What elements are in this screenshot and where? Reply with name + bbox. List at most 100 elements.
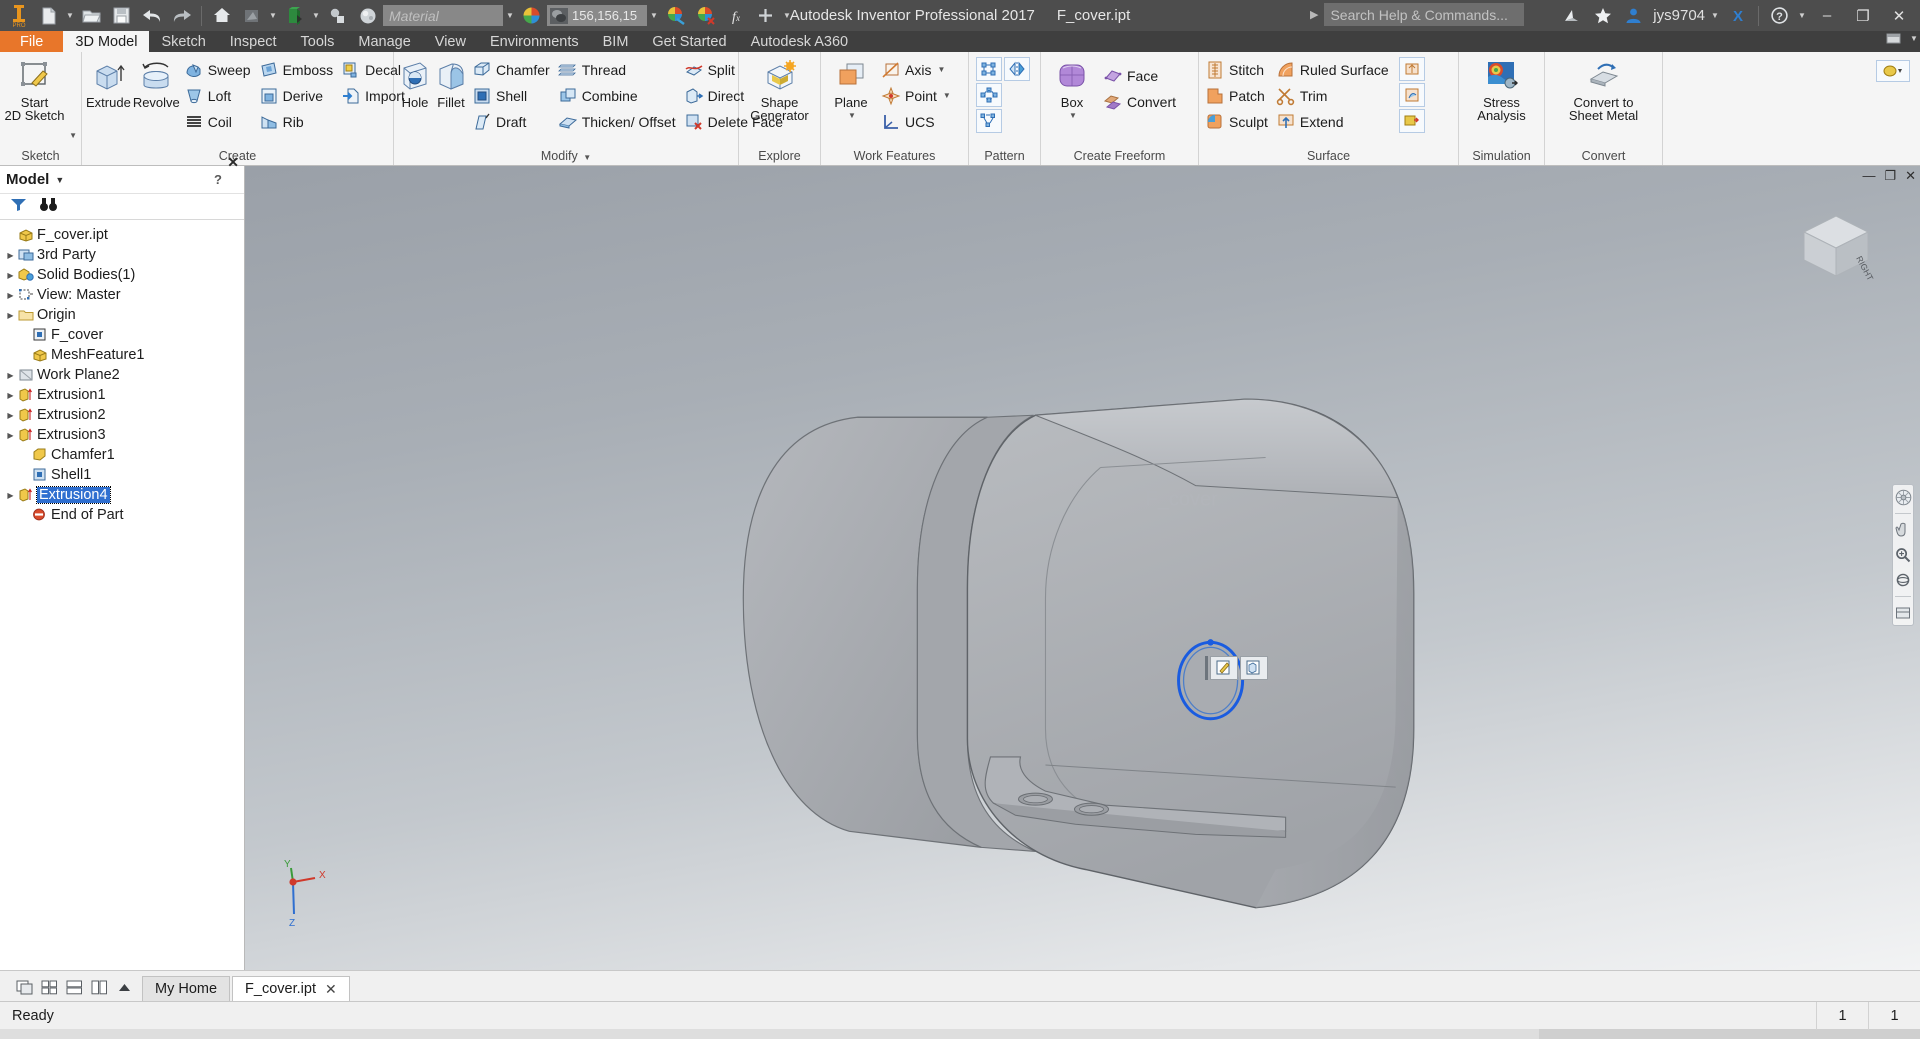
search-input[interactable] (1324, 3, 1525, 26)
tree-item-work-plane2[interactable]: ▶ Work Plane2 (4, 365, 244, 385)
tree-item-meshfeature1[interactable]: MeshFeature1 (4, 345, 244, 365)
stitch-button[interactable]: Stitch (1203, 57, 1272, 82)
tree-arrow-work-plane2[interactable]: ▶ (4, 371, 17, 380)
mini-toolbar-edit-feature-button[interactable] (1240, 656, 1268, 680)
viewcube[interactable]: RIGHT (1786, 202, 1882, 286)
tree-arrow-view-master[interactable]: ▶ (4, 291, 17, 300)
help-menu-caret-icon[interactable]: ▼ (1796, 2, 1808, 29)
freeform-convert-button[interactable]: Convert (1101, 89, 1180, 114)
tab-autodesk-a360[interactable]: Autodesk A360 (739, 31, 861, 52)
tree-arrow-extrusion2[interactable]: ▶ (4, 411, 17, 420)
tab-3d-model[interactable]: 3D Model (63, 31, 150, 52)
zoom-icon[interactable] (1894, 546, 1912, 564)
user-menu-caret-icon[interactable]: ▼ (1709, 2, 1721, 29)
plane-caret-icon[interactable]: ▼ (848, 109, 856, 122)
modify-panel-caret-icon[interactable]: ▼ (583, 153, 591, 162)
look-at-icon[interactable] (1894, 604, 1912, 622)
combine-button[interactable]: Combine (556, 83, 680, 108)
tree-item-extrusion1[interactable]: ▶ Extrusion1 (4, 385, 244, 405)
surface-delete-face-button[interactable] (1398, 109, 1425, 133)
mini-toolbar-edit-sketch-button[interactable] (1210, 656, 1238, 680)
add-to-quick-access-icon[interactable] (751, 2, 780, 29)
appearance-color-wheel-icon[interactable] (517, 2, 546, 29)
freeform-box-button[interactable]: Box ▼ (1045, 55, 1099, 122)
freeform-face-button[interactable]: Face (1101, 63, 1180, 88)
revolve-button[interactable]: Revolve (133, 55, 180, 109)
parameters-fx-icon[interactable]: fx (721, 2, 750, 29)
tree-item-extrusion3[interactable]: ▶ Extrusion3 (4, 425, 244, 445)
tree-item-f-cover[interactable]: F_cover (4, 325, 244, 345)
update-icon[interactable] (280, 2, 309, 29)
tree-item-view-master[interactable]: ▶ View: Master (4, 285, 244, 305)
tab-view[interactable]: View (423, 31, 478, 52)
new-file-dropdown-caret-icon[interactable]: ▼ (64, 2, 76, 29)
undo-icon[interactable] (137, 2, 166, 29)
tree-item-extrusion4[interactable]: ▶ Extrusion4 (4, 485, 244, 505)
tree-item-3rd-party[interactable]: ▶ 3rd Party (4, 245, 244, 265)
save-icon[interactable] (107, 2, 136, 29)
tree-item-chamfer1[interactable]: Chamfer1 (4, 445, 244, 465)
adjust-appearance-icon[interactable] (661, 2, 690, 29)
viewport-restore-icon[interactable]: ❐ (1884, 168, 1896, 184)
emboss-button[interactable]: Emboss (257, 57, 338, 82)
derive-button[interactable]: Derive (257, 83, 338, 108)
new-file-icon[interactable] (34, 2, 63, 29)
model-browser-close-icon[interactable]: ✕ (227, 154, 239, 171)
clear-appearance-icon[interactable] (691, 2, 720, 29)
binoculars-icon[interactable] (39, 197, 58, 216)
viewport-minimize-icon[interactable]: — (1862, 168, 1875, 184)
help-icon[interactable]: ? (1765, 2, 1794, 29)
filter-icon[interactable] (10, 197, 27, 216)
draft-button[interactable]: Draft (470, 109, 554, 134)
point-button[interactable]: Point ▼ (879, 83, 955, 108)
tree-item-extrusion2[interactable]: ▶ Extrusion2 (4, 405, 244, 425)
shape-generator-button[interactable]: Shape Generator (743, 55, 816, 122)
full-navigation-wheel-icon[interactable] (1894, 488, 1912, 506)
ribbon-display-options-icon[interactable] (1879, 25, 1908, 52)
circular-pattern-button[interactable] (976, 83, 1002, 107)
doc-tab-f-cover[interactable]: F_cover.ipt ✕ (232, 976, 350, 1001)
tile-horizontal-icon[interactable] (64, 979, 84, 996)
tree-item-origin[interactable]: ▶ Origin (4, 305, 244, 325)
boundary-patch-button[interactable] (1398, 57, 1425, 81)
tab-get-started[interactable]: Get Started (640, 31, 738, 52)
return-icon[interactable] (237, 2, 266, 29)
appearance-dropdown-caret-icon[interactable]: ▼ (648, 2, 660, 29)
hole-button[interactable]: Hole (398, 55, 432, 109)
rib-button[interactable]: Rib (257, 109, 338, 134)
replace-face-button[interactable] (1398, 83, 1425, 107)
doc-tab-my-home[interactable]: My Home (142, 976, 231, 1001)
user-account-icon[interactable] (1619, 2, 1648, 29)
graphics-viewport[interactable]: — ❐ ✕ F_cover RIGHT X Y Z (245, 166, 1920, 970)
doc-tab-close-icon[interactable]: ✕ (325, 981, 337, 998)
window-minimize-button[interactable]: – (1810, 0, 1844, 31)
plane-button[interactable]: Plane ▼ (825, 55, 877, 122)
chamfer-button[interactable]: Chamfer (470, 57, 554, 82)
ucs-button[interactable]: UCS (879, 109, 955, 134)
tree-item-end-of-part[interactable]: End of Part (4, 505, 244, 525)
trim-button[interactable]: Trim (1274, 83, 1393, 108)
sketch-driven-pattern-button[interactable] (976, 109, 1002, 133)
tab-file[interactable]: File (0, 31, 64, 52)
tree-arrow-solid-bodies[interactable]: ▶ (4, 271, 17, 280)
model-browser-caret-icon[interactable]: ▼ (55, 175, 64, 185)
viewport-close-icon[interactable]: ✕ (1905, 168, 1916, 184)
convert-to-sheet-metal-button[interactable]: Convert to Sheet Metal (1549, 55, 1658, 122)
new-window-icon[interactable] (14, 979, 34, 996)
material-dropdown-caret-icon[interactable]: ▼ (504, 2, 516, 29)
extrude-button[interactable]: Extrude (86, 55, 131, 109)
favorites-star-icon[interactable] (1588, 2, 1617, 29)
axis-button[interactable]: Axis ▼ (879, 57, 955, 82)
redo-icon[interactable] (167, 2, 196, 29)
tree-arrow-origin[interactable]: ▶ (4, 311, 17, 320)
tab-tools[interactable]: Tools (289, 31, 347, 52)
mirror-button[interactable] (1004, 57, 1030, 81)
sign-in-icon[interactable] (1557, 2, 1586, 29)
tree-arrow-extrusion1[interactable]: ▶ (4, 391, 17, 400)
axis-caret-icon[interactable]: ▼ (937, 65, 945, 74)
scroll-up-icon[interactable] (114, 979, 134, 996)
fillet-button[interactable]: Fillet (434, 55, 468, 109)
select-icon[interactable] (323, 2, 352, 29)
coil-button[interactable]: Coil (182, 109, 255, 134)
loft-button[interactable]: Loft (182, 83, 255, 108)
